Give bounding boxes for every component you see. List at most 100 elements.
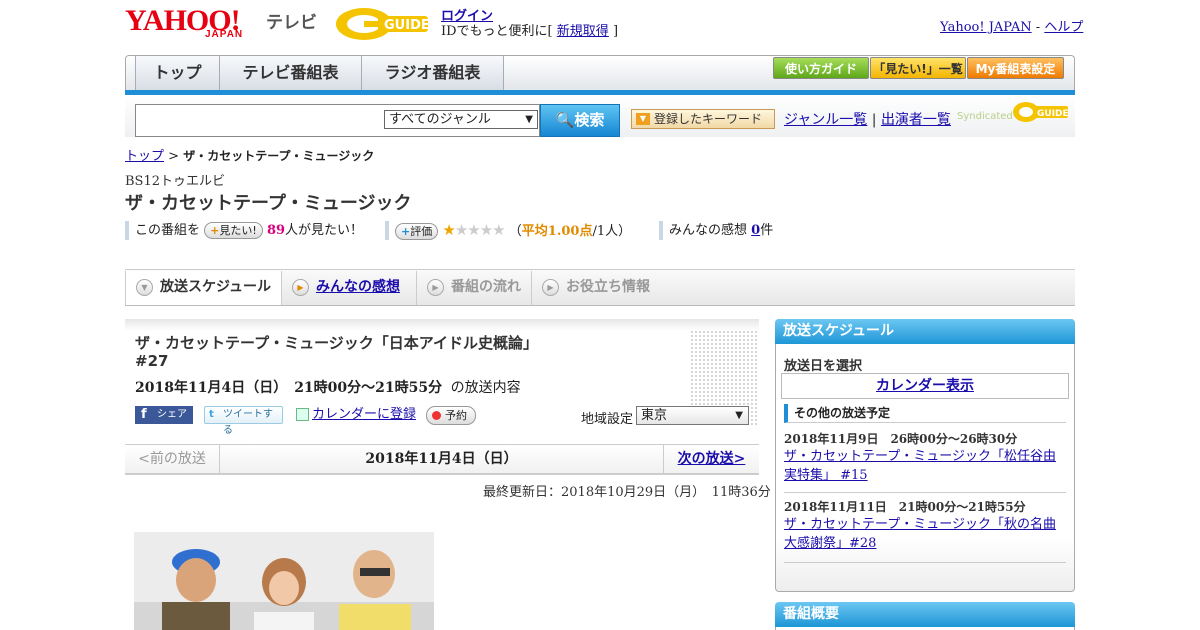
page-title: ザ・カセットテープ・ミュージック: [125, 193, 412, 214]
rating-button[interactable]: +評価: [395, 223, 439, 240]
other-broadcast-divider: [784, 492, 1066, 493]
genre-select[interactable]: すべてのジャンル ▼: [384, 110, 538, 129]
my-guide-settings-button[interactable]: My番組表設定: [967, 57, 1064, 79]
prev-broadcast: <前の放送: [125, 445, 220, 473]
tab-useful-info-label: お役立ち情報: [566, 279, 650, 295]
mitai-list-button[interactable]: 「見たい!」一覧: [870, 57, 966, 79]
genre-list-link[interactable]: ジャンル一覧: [784, 112, 867, 128]
genre-select-value: すべてのジャンル: [389, 112, 491, 127]
triangle-down-icon: ▼: [636, 113, 650, 125]
chevron-down-icon: ▼: [136, 279, 153, 296]
episode-panel-top: [125, 319, 759, 331]
promo-prefix: IDでもっと便利に[: [441, 24, 553, 39]
plus-icon: +: [401, 225, 411, 238]
rating-average: 平均1.00点: [521, 224, 593, 239]
star-icon: ★: [454, 221, 468, 239]
signup-link[interactable]: 新規取得: [557, 24, 609, 39]
review-stat: みんなの感想 0件: [659, 221, 773, 240]
yahoo-japan-link[interactable]: Yahoo! JAPAN: [940, 20, 1032, 35]
calendar-register-label: カレンダーに登録: [312, 407, 417, 422]
tab-reviews[interactable]: ▶ みんなの感想: [282, 271, 417, 305]
twitter-icon: t: [209, 409, 214, 420]
registered-keyword-label: 登録したキーワード: [654, 112, 763, 126]
reserve-label: 予約: [445, 409, 467, 422]
mitai-button[interactable]: +見たい!: [204, 222, 263, 239]
mitai-button-label: 見たい!: [219, 224, 257, 237]
nav-tab-tv-guide[interactable]: テレビ番組表: [220, 56, 362, 90]
syndicated-gguide-logo: GUIDE: [1013, 102, 1069, 122]
breadcrumb: トップ > ザ・カセットテープ・ミュージック: [125, 145, 374, 164]
usage-guide-button[interactable]: 使い方ガイド: [773, 57, 869, 79]
program-photo: [134, 532, 434, 630]
svg-text:GUIDE: GUIDE: [1037, 109, 1069, 119]
facebook-share-label: シェア: [157, 409, 187, 420]
star-icon: ★: [442, 221, 455, 239]
nav-tab-radio-guide[interactable]: ラジオ番組表: [362, 56, 504, 90]
select-day-label: 放送日を選択: [784, 359, 863, 374]
tab-schedule-label: 放送スケジュール: [160, 279, 272, 295]
cast-list-link[interactable]: 出演者一覧: [881, 112, 951, 128]
rating-open: （: [508, 224, 522, 239]
chevron-right-icon: ▶: [427, 279, 444, 296]
breadcrumb-top-link[interactable]: トップ: [125, 149, 164, 164]
tab-program-flow-label: 番組の流れ: [451, 279, 521, 295]
calendar-register-link[interactable]: カレンダーに登録: [296, 406, 416, 424]
registered-keyword-button[interactable]: ▼ 登録したキーワード: [631, 109, 775, 129]
rating-button-label: 評価: [410, 225, 433, 238]
episode-date: 2018年11月4日（日） 21時00分～21時55分 の放送内容: [135, 377, 521, 397]
dropdown-arrow-icon: ▼: [525, 114, 533, 125]
region-select-value: 東京: [641, 408, 668, 423]
episode-title-text: ザ・カセットテープ・ミュージック「日本アイドル史概論」: [135, 334, 539, 352]
nav-tab-top[interactable]: トップ: [135, 56, 220, 90]
syndicated-text: Syndicated: [957, 111, 1013, 122]
other-broadcast-link[interactable]: ザ・カセットテープ・ミュージック「秋の名曲大感謝祭」#28: [784, 515, 1066, 553]
channel-name: BS12トゥエルビ: [125, 174, 226, 189]
next-broadcast-link[interactable]: 次の放送>: [663, 445, 759, 473]
gguide-logo: GUIDE: [336, 8, 430, 40]
program-summary-title: 番組概要: [775, 602, 1075, 627]
tab-schedule[interactable]: ▼ 放送スケジュール: [125, 271, 282, 305]
tweet-button[interactable]: t ツイートする: [204, 406, 283, 436]
search-button[interactable]: 🔍検索: [540, 104, 620, 137]
tab-program-flow: ▶ 番組の流れ: [417, 271, 532, 305]
tab-reviews-label[interactable]: みんなの感想: [316, 279, 400, 295]
tab-useful-info: ▶ お役立ち情報: [532, 271, 672, 305]
other-broadcast-date: 2018年11月11日 21時00分～21時55分: [784, 500, 1026, 514]
search-button-label: 検索: [574, 111, 605, 129]
plus-icon: +: [210, 224, 220, 237]
top-links-separator: -: [1035, 20, 1041, 35]
calendar-view-link[interactable]: カレンダー表示: [781, 373, 1069, 399]
mitai-count: 89: [266, 223, 286, 238]
star-icon: ★: [492, 221, 505, 239]
rating-stat: +評価 ★★★★★ （平均1.00点/1人）: [385, 221, 631, 240]
svg-text:GUIDE: GUIDE: [384, 18, 430, 33]
review-prefix: みんなの感想: [669, 223, 748, 238]
search-icon: 🔍: [555, 111, 575, 129]
rating-people: /1人）: [592, 224, 632, 239]
review-count-link[interactable]: 0: [751, 223, 760, 238]
rating-stars: ★★★★★: [442, 221, 505, 239]
top-links: Yahoo! JAPAN - ヘルプ: [940, 16, 1083, 35]
other-broadcast-link[interactable]: ザ・カセットテープ・ミュージック「松任谷由実特集」 #15: [784, 447, 1066, 485]
chevron-right-icon: ▶: [542, 279, 559, 296]
episode-title: ザ・カセットテープ・ミュージック「日本アイドル史概論」 #27: [135, 334, 745, 370]
other-broadcast-divider: [784, 562, 1066, 563]
current-broadcast-date: 2018年11月4日（日）: [365, 451, 518, 467]
facebook-share-button[interactable]: f シェア: [135, 406, 193, 424]
genre-links: ジャンル一覧 | 出演者一覧: [784, 109, 951, 129]
genre-links-separator: |: [871, 112, 877, 128]
region-select[interactable]: 東京 ▼: [636, 406, 749, 425]
yahoo-logo-japan: JAPAN: [205, 29, 244, 40]
schedule-sidebar-title: 放送スケジュール: [775, 319, 1075, 344]
last-updated: 最終更新日：2018年10月29日（月） 11時36分: [483, 485, 771, 500]
reserve-button[interactable]: 予約: [426, 406, 476, 425]
facebook-icon: f: [141, 407, 147, 422]
calendar-icon: [296, 408, 309, 421]
help-link[interactable]: ヘルプ: [1044, 20, 1083, 35]
record-dot-icon: [432, 411, 441, 420]
breadcrumb-current: ザ・カセットテープ・ミュージック: [183, 149, 375, 163]
star-icon: ★: [467, 221, 480, 239]
star-icon: ★: [479, 221, 493, 239]
mitai-suffix: 人が見たい！: [285, 223, 364, 238]
mitai-prefix: この番組を: [135, 223, 201, 238]
